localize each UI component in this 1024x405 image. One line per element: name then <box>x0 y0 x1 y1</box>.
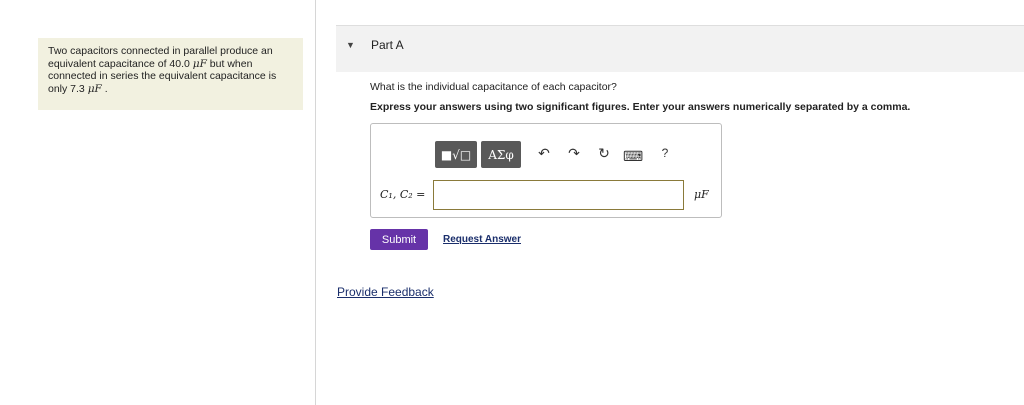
answer-panel: ■√□ ΑΣφ ↶ ↷ ↻ ⌨ ? C₁, C₂ = μF <box>370 123 722 218</box>
left-column: Two capacitors connected in parallel pro… <box>0 0 316 405</box>
request-answer-link[interactable]: Request Answer <box>443 234 521 245</box>
greek-symbols-button[interactable]: ΑΣφ <box>481 141 521 168</box>
question-text: What is the individual capacitance of ea… <box>370 81 617 93</box>
problem-line-4-pre: only 7.3 <box>48 82 88 95</box>
problem-unit-2: μF <box>87 82 102 95</box>
problem-line-3: connected in series the equivalent capac… <box>48 70 277 82</box>
problem-line-4: only 7.3 μF . <box>48 83 293 96</box>
problem-line-2-pre: equivalent capacitance of 40.0 <box>48 57 193 70</box>
redo-icon[interactable]: ↷ <box>565 145 583 162</box>
answer-unit-label: μF <box>694 188 709 201</box>
problem-line-4-post: . <box>101 82 108 95</box>
keyboard-icon[interactable]: ⌨ <box>623 148 643 165</box>
problem-line-2-post: but when <box>206 57 253 70</box>
undo-icon[interactable]: ↶ <box>535 145 553 162</box>
templates-button[interactable]: ■√□ <box>435 141 477 168</box>
answer-variable-label: C₁, C₂ = <box>380 188 426 201</box>
collapse-caret-icon[interactable]: ▼ <box>346 40 355 50</box>
submit-button[interactable]: Submit <box>370 229 428 250</box>
instructions-text: Express your answers using two significa… <box>370 101 911 113</box>
right-column: ▼ Part A What is the individual capacita… <box>316 0 1024 405</box>
answer-input[interactable] <box>433 180 684 210</box>
reset-icon[interactable]: ↻ <box>595 145 613 162</box>
problem-line-2: equivalent capacitance of 40.0 μF but wh… <box>48 58 293 71</box>
part-title: Part A <box>371 38 404 52</box>
problem-line-1: Two capacitors connected in parallel pro… <box>48 45 273 57</box>
problem-unit-1: μF <box>192 57 207 70</box>
part-a-header[interactable]: ▼ Part A <box>336 25 1024 72</box>
provide-feedback-link[interactable]: Provide Feedback <box>337 285 434 299</box>
problem-statement: Two capacitors connected in parallel pro… <box>38 38 303 110</box>
help-icon[interactable]: ? <box>656 146 674 160</box>
